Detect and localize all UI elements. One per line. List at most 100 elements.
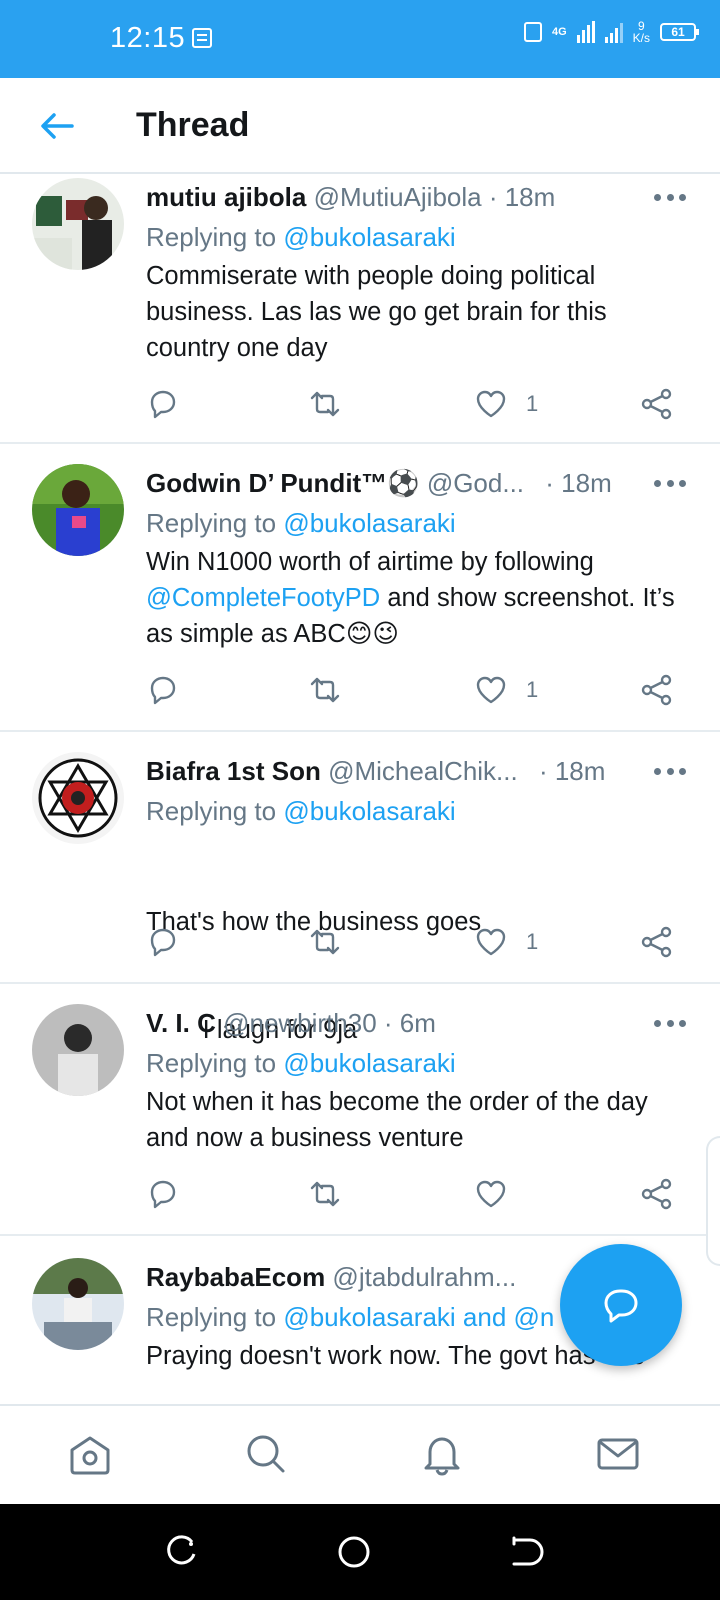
retweet-button[interactable] <box>308 386 342 422</box>
mention-link[interactable]: @CompleteFootyPD <box>146 584 380 612</box>
page-title: Thread <box>136 106 250 144</box>
tweet-text: Commiserate with people doing political … <box>146 262 607 362</box>
share-icon <box>641 388 672 420</box>
share-icon <box>641 926 672 958</box>
reply-button[interactable] <box>146 924 180 960</box>
system-back-icon <box>512 1536 544 1566</box>
retweet-button[interactable] <box>308 1176 342 1212</box>
search-icon <box>247 1435 285 1473</box>
author-name[interactable]: V. I. C <box>146 1008 216 1038</box>
tweet-text-part: Win N1000 worth of airtime by following <box>146 548 594 576</box>
like-button[interactable]: 1 <box>474 672 538 708</box>
tweet[interactable]: Biafra 1st Son @MichealChik... · 18m Rep… <box>0 732 720 1044</box>
replying-to-link[interactable]: @bukolasaraki <box>283 1048 455 1078</box>
avatar-image <box>32 752 124 844</box>
thread-feed[interactable]: mutiu ajibola @MutiuAjibola · 18m Replyi… <box>0 176 720 1404</box>
tweet-text: Not when it has become the order of the … <box>146 1088 648 1152</box>
replying-prefix: Replying to <box>146 222 284 252</box>
system-home-button[interactable] <box>336 1534 372 1570</box>
replying-to-link[interactable]: @bukolasaraki <box>283 508 455 538</box>
reply-icon <box>150 676 176 705</box>
tweet-header: Biafra 1st Son @MichealChik... · 18m <box>146 756 605 787</box>
system-navigation <box>0 1504 720 1600</box>
share-icon <box>641 1178 672 1210</box>
reply-icon <box>150 928 176 957</box>
tweet-header: mutiu ajibola @MutiuAjibola · 18m <box>146 182 555 213</box>
tweet-header: V. I. C @newbirth30 · 6m <box>146 1008 436 1039</box>
tweet-actions <box>146 1176 686 1212</box>
tweet-time: · 6m <box>383 1008 436 1038</box>
retweet-icon <box>310 1181 340 1207</box>
share-button[interactable] <box>640 386 674 422</box>
like-button[interactable]: 1 <box>474 386 538 422</box>
share-button[interactable] <box>640 672 674 708</box>
reply-button[interactable] <box>146 672 180 708</box>
scroll-handle[interactable] <box>706 1136 720 1266</box>
author-handle[interactable]: @newbirth30 <box>223 1008 377 1038</box>
tweet-time: · 18m <box>488 182 556 212</box>
system-back-button[interactable] <box>508 1534 544 1570</box>
avatar[interactable] <box>32 178 124 270</box>
retweet-button[interactable] <box>308 924 342 960</box>
tweet[interactable]: mutiu ajibola @MutiuAjibola · 18m Replyi… <box>0 176 720 444</box>
replying-to-link[interactable]: @bukolasaraki and @n <box>283 1302 554 1332</box>
retweet-icon <box>310 391 340 417</box>
replying-to: Replying to @bukolasaraki <box>146 222 456 253</box>
retweet-icon <box>310 929 340 955</box>
tweet-time: · 18m <box>545 468 612 498</box>
tweet-actions: 1 <box>146 386 686 422</box>
replying-to-link[interactable]: @bukolasaraki <box>283 222 455 252</box>
replying-to-link[interactable]: @bukolasaraki <box>283 796 455 826</box>
author-handle[interactable]: @MichealChik... <box>328 756 518 786</box>
replying-prefix: Replying to <box>146 796 284 826</box>
avatar[interactable] <box>32 464 124 556</box>
network-type: 4G <box>551 25 567 38</box>
like-count: 1 <box>526 677 539 702</box>
reply-button[interactable] <box>146 1176 180 1212</box>
system-recents-button[interactable] <box>164 1534 200 1570</box>
tweet[interactable]: Godwin D’ Pundit™⚽ @God... · 18m Replyin… <box>0 444 720 732</box>
author-handle[interactable]: @MutiuAjibola <box>314 182 482 212</box>
home-circle-icon <box>338 1536 370 1568</box>
back-button[interactable] <box>38 108 78 144</box>
compose-reply-button[interactable] <box>560 1244 682 1366</box>
author-name[interactable]: Godwin D’ Pundit™⚽ <box>146 468 420 498</box>
author-handle[interactable]: @God... <box>427 468 524 498</box>
nav-messages[interactable] <box>594 1430 642 1478</box>
more-options-icon[interactable] <box>654 480 686 488</box>
avatar-image <box>32 1004 124 1096</box>
like-button[interactable]: 1 <box>474 924 538 960</box>
heart-icon <box>476 928 506 956</box>
share-icon <box>641 674 672 706</box>
share-button[interactable] <box>640 1176 674 1212</box>
tweet-header: Godwin D’ Pundit™⚽ @God... · 18m <box>146 468 612 499</box>
avatar[interactable] <box>32 1004 124 1096</box>
author-handle[interactable]: @jtabdulrahm... <box>332 1262 516 1292</box>
author-name[interactable]: mutiu ajibola <box>146 182 306 212</box>
heart-icon <box>476 1180 506 1208</box>
reply-icon <box>150 1180 176 1209</box>
nav-search[interactable] <box>242 1430 290 1478</box>
signal-icon <box>576 21 595 43</box>
share-button[interactable] <box>640 924 674 960</box>
thread-header: Thread <box>0 78 720 174</box>
author-name[interactable]: Biafra 1st Son <box>146 756 321 786</box>
nav-notifications[interactable] <box>418 1430 466 1478</box>
replying-to: Replying to @bukolasaraki <box>146 508 456 539</box>
retweet-button[interactable] <box>308 672 342 708</box>
author-name[interactable]: RaybabaEcom <box>146 1262 325 1292</box>
like-button[interactable] <box>474 1176 526 1212</box>
avatar-image <box>32 464 124 556</box>
tweet-actions: 1 <box>146 672 686 708</box>
more-options-icon[interactable] <box>654 1020 686 1028</box>
avatar[interactable] <box>32 1258 124 1350</box>
more-options-icon[interactable] <box>654 194 686 202</box>
home-icon <box>70 1436 110 1475</box>
arrow-left-icon <box>41 113 74 139</box>
reply-icon <box>150 390 176 419</box>
nav-home[interactable] <box>66 1430 114 1478</box>
tweet[interactable]: V. I. C @newbirth30 · 6m Replying to @bu… <box>0 984 720 1236</box>
avatar[interactable] <box>32 752 124 844</box>
reply-button[interactable] <box>146 386 180 422</box>
more-options-icon[interactable] <box>654 768 686 776</box>
